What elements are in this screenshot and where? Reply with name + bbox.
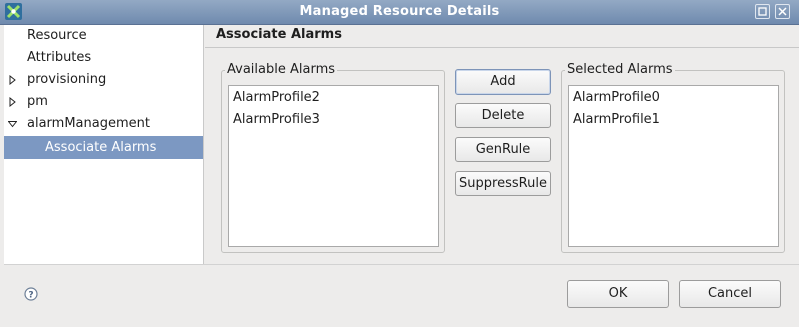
ok-button[interactable]: OK bbox=[567, 280, 669, 308]
selected-alarms-title: Selected Alarms bbox=[565, 62, 675, 77]
page-title: Associate Alarms bbox=[216, 27, 342, 42]
tree-item-pm[interactable]: pm bbox=[4, 91, 203, 113]
list-item[interactable]: AlarmProfile1 bbox=[573, 112, 660, 127]
delete-button[interactable]: Delete bbox=[455, 103, 551, 128]
close-button[interactable] bbox=[775, 4, 790, 19]
expand-triangle-icon[interactable] bbox=[8, 75, 17, 85]
selected-alarms-list[interactable]: AlarmProfile0 AlarmProfile1 bbox=[568, 85, 779, 247]
page-header: Associate Alarms bbox=[205, 25, 799, 48]
tree-item-label: Resource bbox=[27, 28, 87, 43]
navigation-tree: Resource Attributes provisioning pm alar… bbox=[4, 25, 204, 264]
available-alarms-group: Available Alarms AlarmProfile2 AlarmProf… bbox=[221, 62, 445, 253]
footer-divider bbox=[4, 264, 799, 265]
tree-item-label: Attributes bbox=[27, 50, 92, 65]
maximize-icon bbox=[758, 7, 767, 16]
genrule-button[interactable]: GenRule bbox=[455, 137, 551, 162]
help-icon[interactable]: ? bbox=[24, 287, 38, 301]
svg-text:?: ? bbox=[28, 291, 33, 301]
dialog-window: Managed Resource Details Resource Attrib… bbox=[0, 0, 799, 327]
expand-triangle-icon[interactable] bbox=[8, 97, 17, 107]
tree-item-label: provisioning bbox=[27, 72, 107, 87]
tree-item-label: pm bbox=[27, 94, 48, 109]
close-icon bbox=[778, 7, 787, 16]
cancel-button[interactable]: Cancel bbox=[679, 280, 781, 308]
add-button[interactable]: Add bbox=[455, 69, 551, 95]
list-item[interactable]: AlarmProfile2 bbox=[233, 90, 320, 105]
tree-item-alarm-management[interactable]: alarmManagement bbox=[4, 113, 203, 135]
tree-item-associate-alarms[interactable]: Associate Alarms bbox=[4, 136, 203, 159]
tree-item-label: alarmManagement bbox=[27, 116, 150, 131]
collapse-triangle-icon[interactable] bbox=[8, 119, 17, 129]
tree-item-provisioning[interactable]: provisioning bbox=[4, 69, 203, 91]
list-item[interactable]: AlarmProfile0 bbox=[573, 90, 660, 105]
maximize-button[interactable] bbox=[755, 4, 770, 19]
suppressrule-button[interactable]: SuppressRule bbox=[455, 171, 551, 196]
list-item[interactable]: AlarmProfile3 bbox=[233, 112, 320, 127]
window-title: Managed Resource Details bbox=[299, 4, 500, 19]
tree-item-attributes[interactable]: Attributes bbox=[4, 47, 203, 69]
tree-item-label: Associate Alarms bbox=[45, 140, 157, 155]
selected-alarms-group: Selected Alarms AlarmProfile0 AlarmProfi… bbox=[561, 62, 785, 253]
available-alarms-list[interactable]: AlarmProfile2 AlarmProfile3 bbox=[228, 85, 439, 247]
available-alarms-title: Available Alarms bbox=[225, 62, 337, 77]
title-bar[interactable]: Managed Resource Details bbox=[0, 0, 799, 25]
tree-item-resource[interactable]: Resource bbox=[4, 25, 203, 47]
